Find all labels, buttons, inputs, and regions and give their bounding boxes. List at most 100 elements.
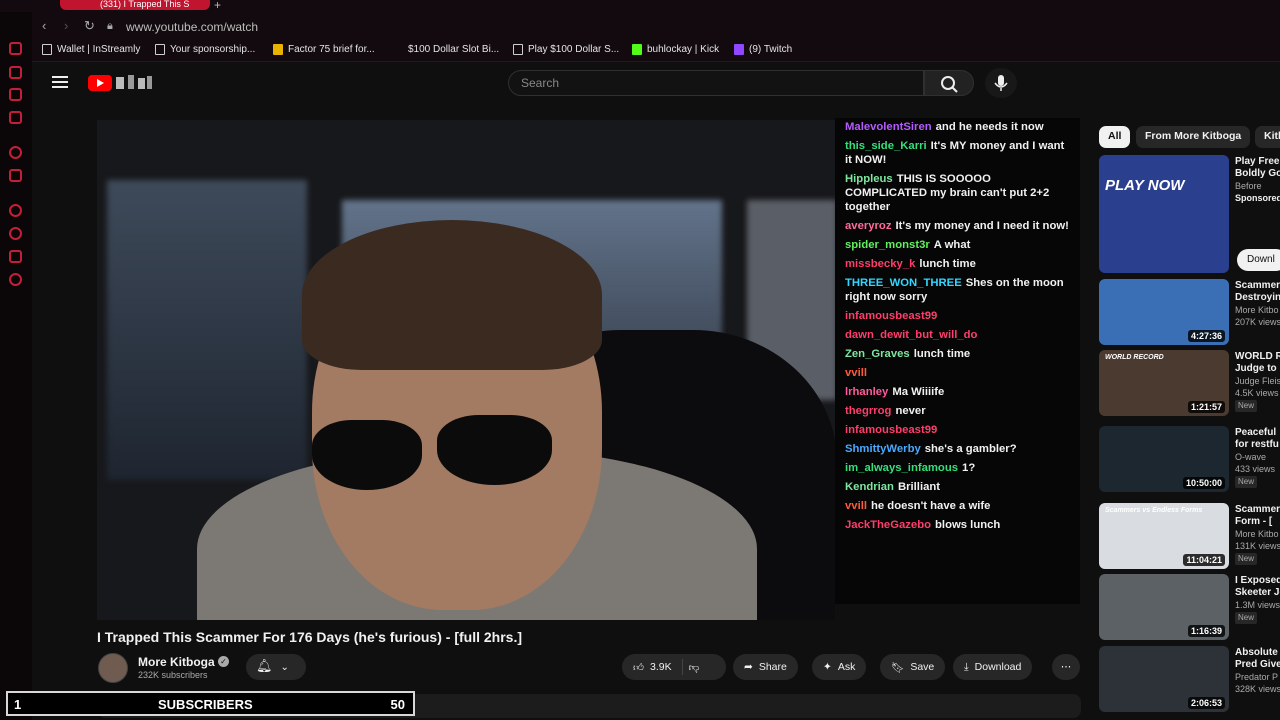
site-info-icon[interactable]: 🔒︎	[107, 20, 113, 33]
chat-username[interactable]: thegrrog	[845, 405, 891, 417]
thumbs-down-icon[interactable]: 👎︎	[689, 661, 700, 674]
chat-username[interactable]: im_always_infamous	[845, 462, 958, 474]
chat-username[interactable]: averyroz	[845, 220, 891, 232]
recommended-info[interactable]: WORLD R Judge to Judge Fleis 4.5K views New	[1235, 351, 1280, 412]
download-button[interactable]: ⤓ Download	[953, 654, 1033, 680]
recommended-info[interactable]: Peaceful for restfu O-wave 433 views New	[1235, 427, 1279, 488]
save-button[interactable]: 🔖︎ Save	[880, 654, 946, 680]
chip-all[interactable]: All	[1099, 126, 1131, 148]
chat-username[interactable]: spider_monst3r	[845, 239, 930, 251]
chat-username[interactable]: THREE_WON_THREE	[845, 277, 962, 289]
subscribed-button[interactable]: 🔔︎ ⌄	[246, 654, 306, 680]
wordmark-art	[116, 75, 152, 89]
chat-username[interactable]: infamousbeast99	[845, 424, 937, 436]
video-player[interactable]	[97, 120, 835, 620]
chat-text: A what	[933, 239, 971, 251]
blank-icon	[393, 44, 403, 55]
forward-icon[interactable]: ›	[64, 18, 68, 33]
chat-username[interactable]: infamousbeast99	[845, 310, 937, 322]
bookmark-item[interactable]: Factor 75 brief for...	[273, 44, 375, 55]
chat-username[interactable]: JackTheGazebo	[845, 519, 931, 531]
search-button[interactable]	[924, 70, 974, 96]
url-field[interactable]: www.youtube.com/watch	[126, 20, 258, 34]
subscriber-goal-overlay: 1 SUBSCRIBERS 50	[6, 691, 415, 716]
bookmark-item[interactable]: buhlockay | Kick	[632, 44, 719, 55]
chat-icon[interactable]	[9, 169, 22, 182]
search-input[interactable]: Search	[508, 70, 924, 96]
bookmark-item[interactable]: Your sponsorship...	[155, 44, 255, 55]
recommended-thumbnail[interactable]: 1:16:39	[1099, 574, 1229, 640]
bookmark-item[interactable]: Play $100 Dollar S...	[513, 44, 619, 55]
player-icon[interactable]	[9, 204, 22, 217]
bell-icon: 🔔︎	[256, 658, 273, 673]
recommended-info[interactable]: I ExposedSkeeter Je 1.3M views New	[1235, 575, 1280, 624]
video-title: I Trapped This Scammer For 176 Days (he'…	[97, 629, 522, 645]
recommended-line2: Form - [	[1235, 516, 1273, 527]
folder-icon	[273, 44, 283, 55]
voice-search-button[interactable]	[985, 68, 1017, 98]
recommended-thumbnail[interactable]: 2:06:53	[1099, 646, 1229, 712]
duration-badge: 2:06:53	[1187, 697, 1225, 709]
more-actions-button[interactable]: ⋯	[1052, 654, 1080, 680]
bookmark-item[interactable]: $100 Dollar Slot Bi...	[393, 44, 499, 55]
thumbnail-text: PLAY NOW	[1105, 177, 1185, 194]
chat-message: THREE_WON_THREE Shes on the moon right no…	[845, 276, 1070, 304]
opera-icon[interactable]	[9, 66, 22, 79]
chat-username[interactable]: missbecky_k	[845, 258, 915, 270]
messenger-icon[interactable]	[9, 42, 22, 55]
flow-icon[interactable]	[9, 146, 22, 159]
recommended-info[interactable]: Scammer Destroyin More Kitbo 207K views	[1235, 280, 1280, 328]
recommended-line2: Skeeter Je	[1235, 587, 1280, 598]
new-tab-button[interactable]: +	[214, 0, 221, 12]
reload-icon[interactable]: ↻	[84, 18, 95, 34]
chip-kitboga[interactable]: Kitb	[1255, 126, 1280, 148]
recommended-info[interactable]: Absolute Pred Give Predator P 328K views	[1235, 647, 1280, 695]
chat-message: im_always_infamous 1?	[845, 461, 1070, 475]
share-button[interactable]: ➦ Share	[733, 654, 798, 680]
hamburger-menu-icon[interactable]	[52, 76, 68, 88]
recommended-extra: 131K views	[1235, 541, 1280, 551]
history-icon[interactable]	[9, 227, 22, 240]
bookmark-item[interactable]: Wallet | InStreamly	[42, 44, 140, 55]
channel-name[interactable]: More Kitboga	[138, 655, 215, 669]
chat-message: dawn_dewit_but_will_do	[845, 328, 1070, 342]
recommended-thumbnail[interactable]: Scammers vs Endless Forms 11:04:21	[1099, 503, 1229, 569]
thumbs-up-icon[interactable]: 👍︎	[633, 661, 644, 674]
recommended-thumbnail[interactable]: 10:50:00	[1099, 426, 1229, 492]
like-count[interactable]: 3.9K	[650, 661, 672, 673]
recommended-line2: Boldly Go W	[1235, 168, 1280, 179]
chat-message: vvill	[845, 366, 1070, 380]
extensions-icon[interactable]	[9, 250, 22, 263]
channel-avatar[interactable]	[98, 653, 128, 683]
chat-username[interactable]: MalevolentSiren	[845, 121, 932, 133]
recommended-info[interactable]: Scammer Form - [More Kitbo 131K views New	[1235, 504, 1280, 565]
chip-from-channel[interactable]: From More Kitboga	[1136, 126, 1251, 148]
recommended-thumbnail[interactable]: PLAY NOW	[1099, 155, 1229, 273]
settings-icon[interactable]	[9, 273, 22, 286]
media-icon[interactable]	[9, 111, 22, 124]
divider	[681, 659, 683, 675]
bookmark-item[interactable]: (9) Twitch	[734, 44, 792, 55]
instagram-icon[interactable]	[9, 88, 22, 101]
tab-active[interactable]: (331) I Trapped This S	[60, 0, 210, 10]
bookmark-icon: 🔖︎	[891, 661, 905, 674]
chat-username[interactable]: dawn_dewit_but_will_do	[845, 329, 977, 341]
ask-button[interactable]: ✦ Ask	[812, 654, 867, 680]
recommended-thumbnail[interactable]: 4:27:36	[1099, 279, 1229, 345]
page-icon	[42, 44, 52, 55]
chat-username[interactable]: vvill	[845, 367, 867, 379]
ad-download-button[interactable]: Downl	[1237, 249, 1280, 271]
back-icon[interactable]: ‹	[42, 18, 46, 33]
chat-username[interactable]: lrhanley	[845, 386, 888, 398]
chat-username[interactable]: Kendrian	[845, 481, 894, 493]
chat-username[interactable]: vvill	[845, 500, 867, 512]
recommended-info[interactable]: Play FreeBoldly Go W Before Sponsored	[1235, 156, 1280, 204]
youtube-logo-icon[interactable]	[88, 75, 112, 91]
chat-username[interactable]: Hippleus	[845, 173, 893, 185]
youtube-wordmark-icon[interactable]	[114, 74, 154, 90]
recommended-thumbnail[interactable]: WORLD RECORD 1:21:57	[1099, 350, 1229, 416]
chat-username[interactable]: Zen_Graves	[845, 348, 910, 360]
chat-username[interactable]: ShmittyWerby	[845, 443, 921, 455]
bookmark-label: Your sponsorship...	[170, 44, 256, 55]
chat-username[interactable]: this_side_Karri	[845, 140, 927, 152]
